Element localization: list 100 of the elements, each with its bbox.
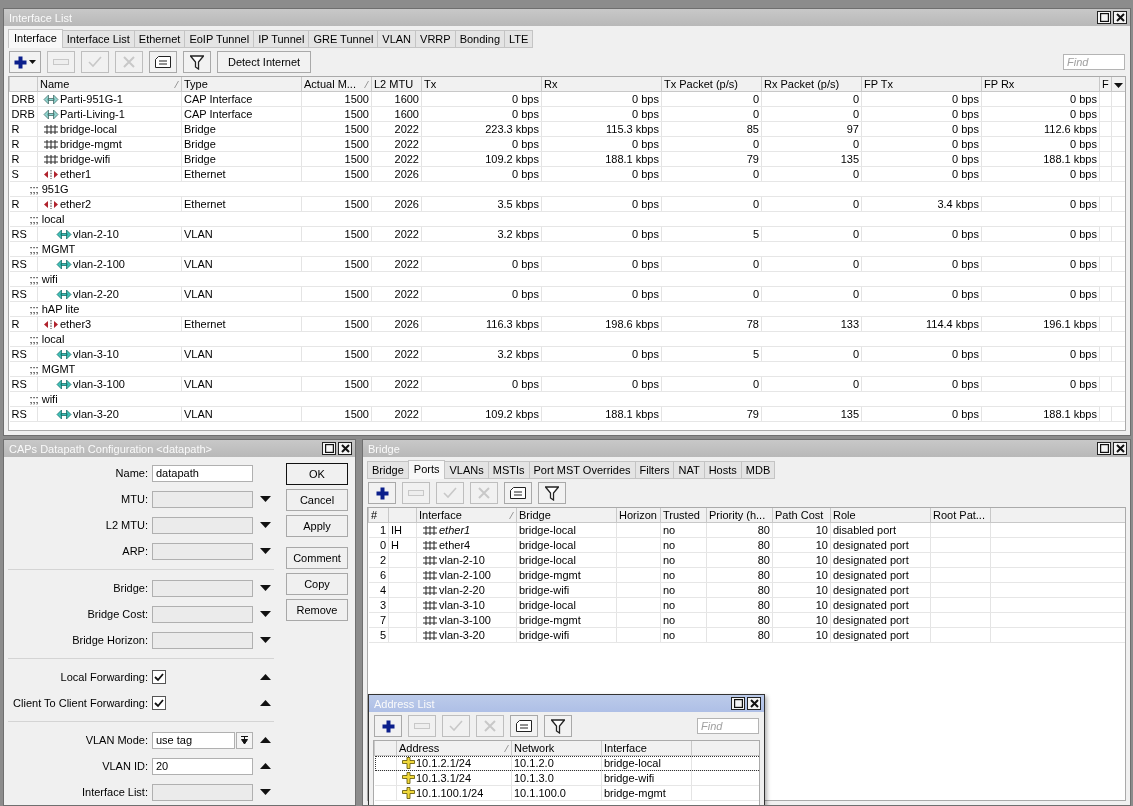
comment-button[interactable] <box>510 715 538 737</box>
maximize-button[interactable] <box>322 442 336 455</box>
expand-arrow-icon[interactable] <box>257 585 274 591</box>
tab[interactable]: GRE Tunnel <box>308 30 379 48</box>
dropdown-button[interactable] <box>236 731 253 749</box>
dialog-button[interactable]: Remove <box>286 599 348 621</box>
maximize-button[interactable] <box>1097 442 1111 455</box>
tab[interactable]: VLAN <box>377 30 417 48</box>
filter-button[interactable] <box>183 51 211 73</box>
table-cell: 10 <box>815 539 828 551</box>
tab[interactable]: VRRP <box>415 30 456 48</box>
field-label: VLAN Mode: <box>85 734 148 746</box>
table-cell: 0 <box>852 93 859 105</box>
tab[interactable]: MDB <box>740 461 776 479</box>
expand-arrow-icon[interactable] <box>257 522 274 528</box>
dialog-button[interactable]: Cancel <box>286 489 348 511</box>
tab[interactable]: Interface List <box>61 30 135 48</box>
window-title: CAPs Datapath Configuration <datapath> <box>9 442 213 455</box>
input-field[interactable] <box>152 542 253 560</box>
column-header[interactable]: Rx <box>544 78 558 90</box>
column-header[interactable]: Type <box>184 78 208 90</box>
filter-button[interactable] <box>544 715 572 737</box>
tab[interactable]: Port MST Overrides <box>528 461 636 479</box>
table-cell: Bridge <box>184 138 216 150</box>
column-header[interactable]: Tx <box>424 78 437 90</box>
tab[interactable]: Ports <box>407 460 446 479</box>
tab[interactable]: MSTIs <box>487 461 530 479</box>
collapse-arrow-icon[interactable] <box>257 763 274 769</box>
maximize-button[interactable] <box>1097 11 1111 24</box>
column-header[interactable]: FP Tx <box>864 78 893 90</box>
select-field[interactable]: use tag <box>152 731 235 749</box>
checkbox[interactable] <box>152 696 166 710</box>
table-cell: 6 <box>379 569 386 581</box>
tab[interactable]: VLANs <box>444 461 489 479</box>
comment-button[interactable] <box>504 482 532 504</box>
table-cell: 0 bps <box>632 198 659 210</box>
maximize-button[interactable] <box>731 697 745 710</box>
close-button[interactable] <box>338 442 352 455</box>
input-field[interactable] <box>152 516 253 534</box>
dialog-button[interactable]: Comment <box>286 547 348 569</box>
checkbox[interactable] <box>152 670 166 684</box>
input-field[interactable] <box>152 579 253 597</box>
find-field[interactable]: Find <box>1063 54 1125 70</box>
expand-arrow-icon[interactable] <box>257 548 274 554</box>
tab[interactable]: Hosts <box>703 461 742 479</box>
address-row[interactable]: 10.1.2.1/24 10.1.2.0 bridge-local <box>374 755 759 771</box>
close-button[interactable] <box>747 697 761 710</box>
input-field[interactable]: 20 <box>152 757 253 775</box>
expand-arrow-icon[interactable] <box>257 637 274 643</box>
add-button[interactable] <box>9 51 41 73</box>
double-arrow-icon <box>56 228 72 240</box>
close-button[interactable] <box>1113 11 1127 24</box>
tab[interactable]: Interface <box>8 29 63 48</box>
input-field[interactable] <box>152 605 253 623</box>
interface-name: vlan-2-10 <box>439 553 485 567</box>
detect-button[interactable]: Detect Internet <box>217 51 312 73</box>
collapse-arrow-icon[interactable] <box>257 737 274 743</box>
table-cell: 10 <box>815 554 828 566</box>
column-menu-icon[interactable] <box>1114 83 1123 88</box>
add-button[interactable] <box>368 482 396 504</box>
column-header[interactable]: Role <box>833 509 856 521</box>
tab[interactable]: LTE <box>504 30 534 48</box>
address-row[interactable]: 10.1.100.1/24 10.1.100.0 bridge-mgmt <box>374 785 759 801</box>
address-row[interactable]: 10.1.3.1/24 10.1.3.0 bridge-wifi <box>374 770 759 786</box>
find-field[interactable]: Find <box>697 718 759 734</box>
table-cell: 1500 <box>344 378 369 390</box>
address-cell: 10.1.2.1/24 <box>416 756 472 770</box>
dialog-button[interactable]: OK <box>286 463 348 485</box>
dialog-button[interactable]: Apply <box>286 515 348 537</box>
flags-cell: RS <box>11 288 27 300</box>
expand-arrow-icon[interactable] <box>257 496 274 502</box>
table-cell: 80 <box>757 614 770 626</box>
expand-arrow-icon[interactable] <box>257 611 274 617</box>
expand-arrow-icon[interactable] <box>257 789 274 795</box>
collapse-arrow-icon[interactable] <box>257 700 274 706</box>
table-cell: 0 bps <box>952 348 979 360</box>
filter-button[interactable] <box>538 482 566 504</box>
dialog-button[interactable]: Copy <box>286 573 348 595</box>
tab[interactable]: IP Tunnel <box>253 30 310 48</box>
tab[interactable]: Filters <box>634 461 675 479</box>
column-header[interactable]: Name <box>40 78 70 90</box>
collapse-arrow-icon[interactable] <box>257 674 274 680</box>
table-cell: 2026 <box>394 198 419 210</box>
close-button[interactable] <box>1113 442 1127 455</box>
table-cell: 5 <box>752 348 759 360</box>
input-field[interactable] <box>152 631 253 649</box>
tab[interactable]: Bonding <box>454 30 505 48</box>
add-button[interactable] <box>374 715 402 737</box>
text-field[interactable]: datapath <box>152 464 253 482</box>
tab[interactable]: NAT <box>673 461 705 479</box>
plus-icon <box>375 486 389 500</box>
table-cell: no <box>663 614 676 626</box>
comment-button[interactable] <box>149 51 177 73</box>
tab[interactable]: EoIP Tunnel <box>184 30 255 48</box>
flags-cell: DRB <box>11 93 35 105</box>
input-field[interactable] <box>152 490 253 508</box>
cross-icon <box>484 720 496 732</box>
tab[interactable]: Ethernet <box>133 30 186 48</box>
tab[interactable]: Bridge <box>367 461 409 479</box>
input-field[interactable] <box>152 783 253 801</box>
